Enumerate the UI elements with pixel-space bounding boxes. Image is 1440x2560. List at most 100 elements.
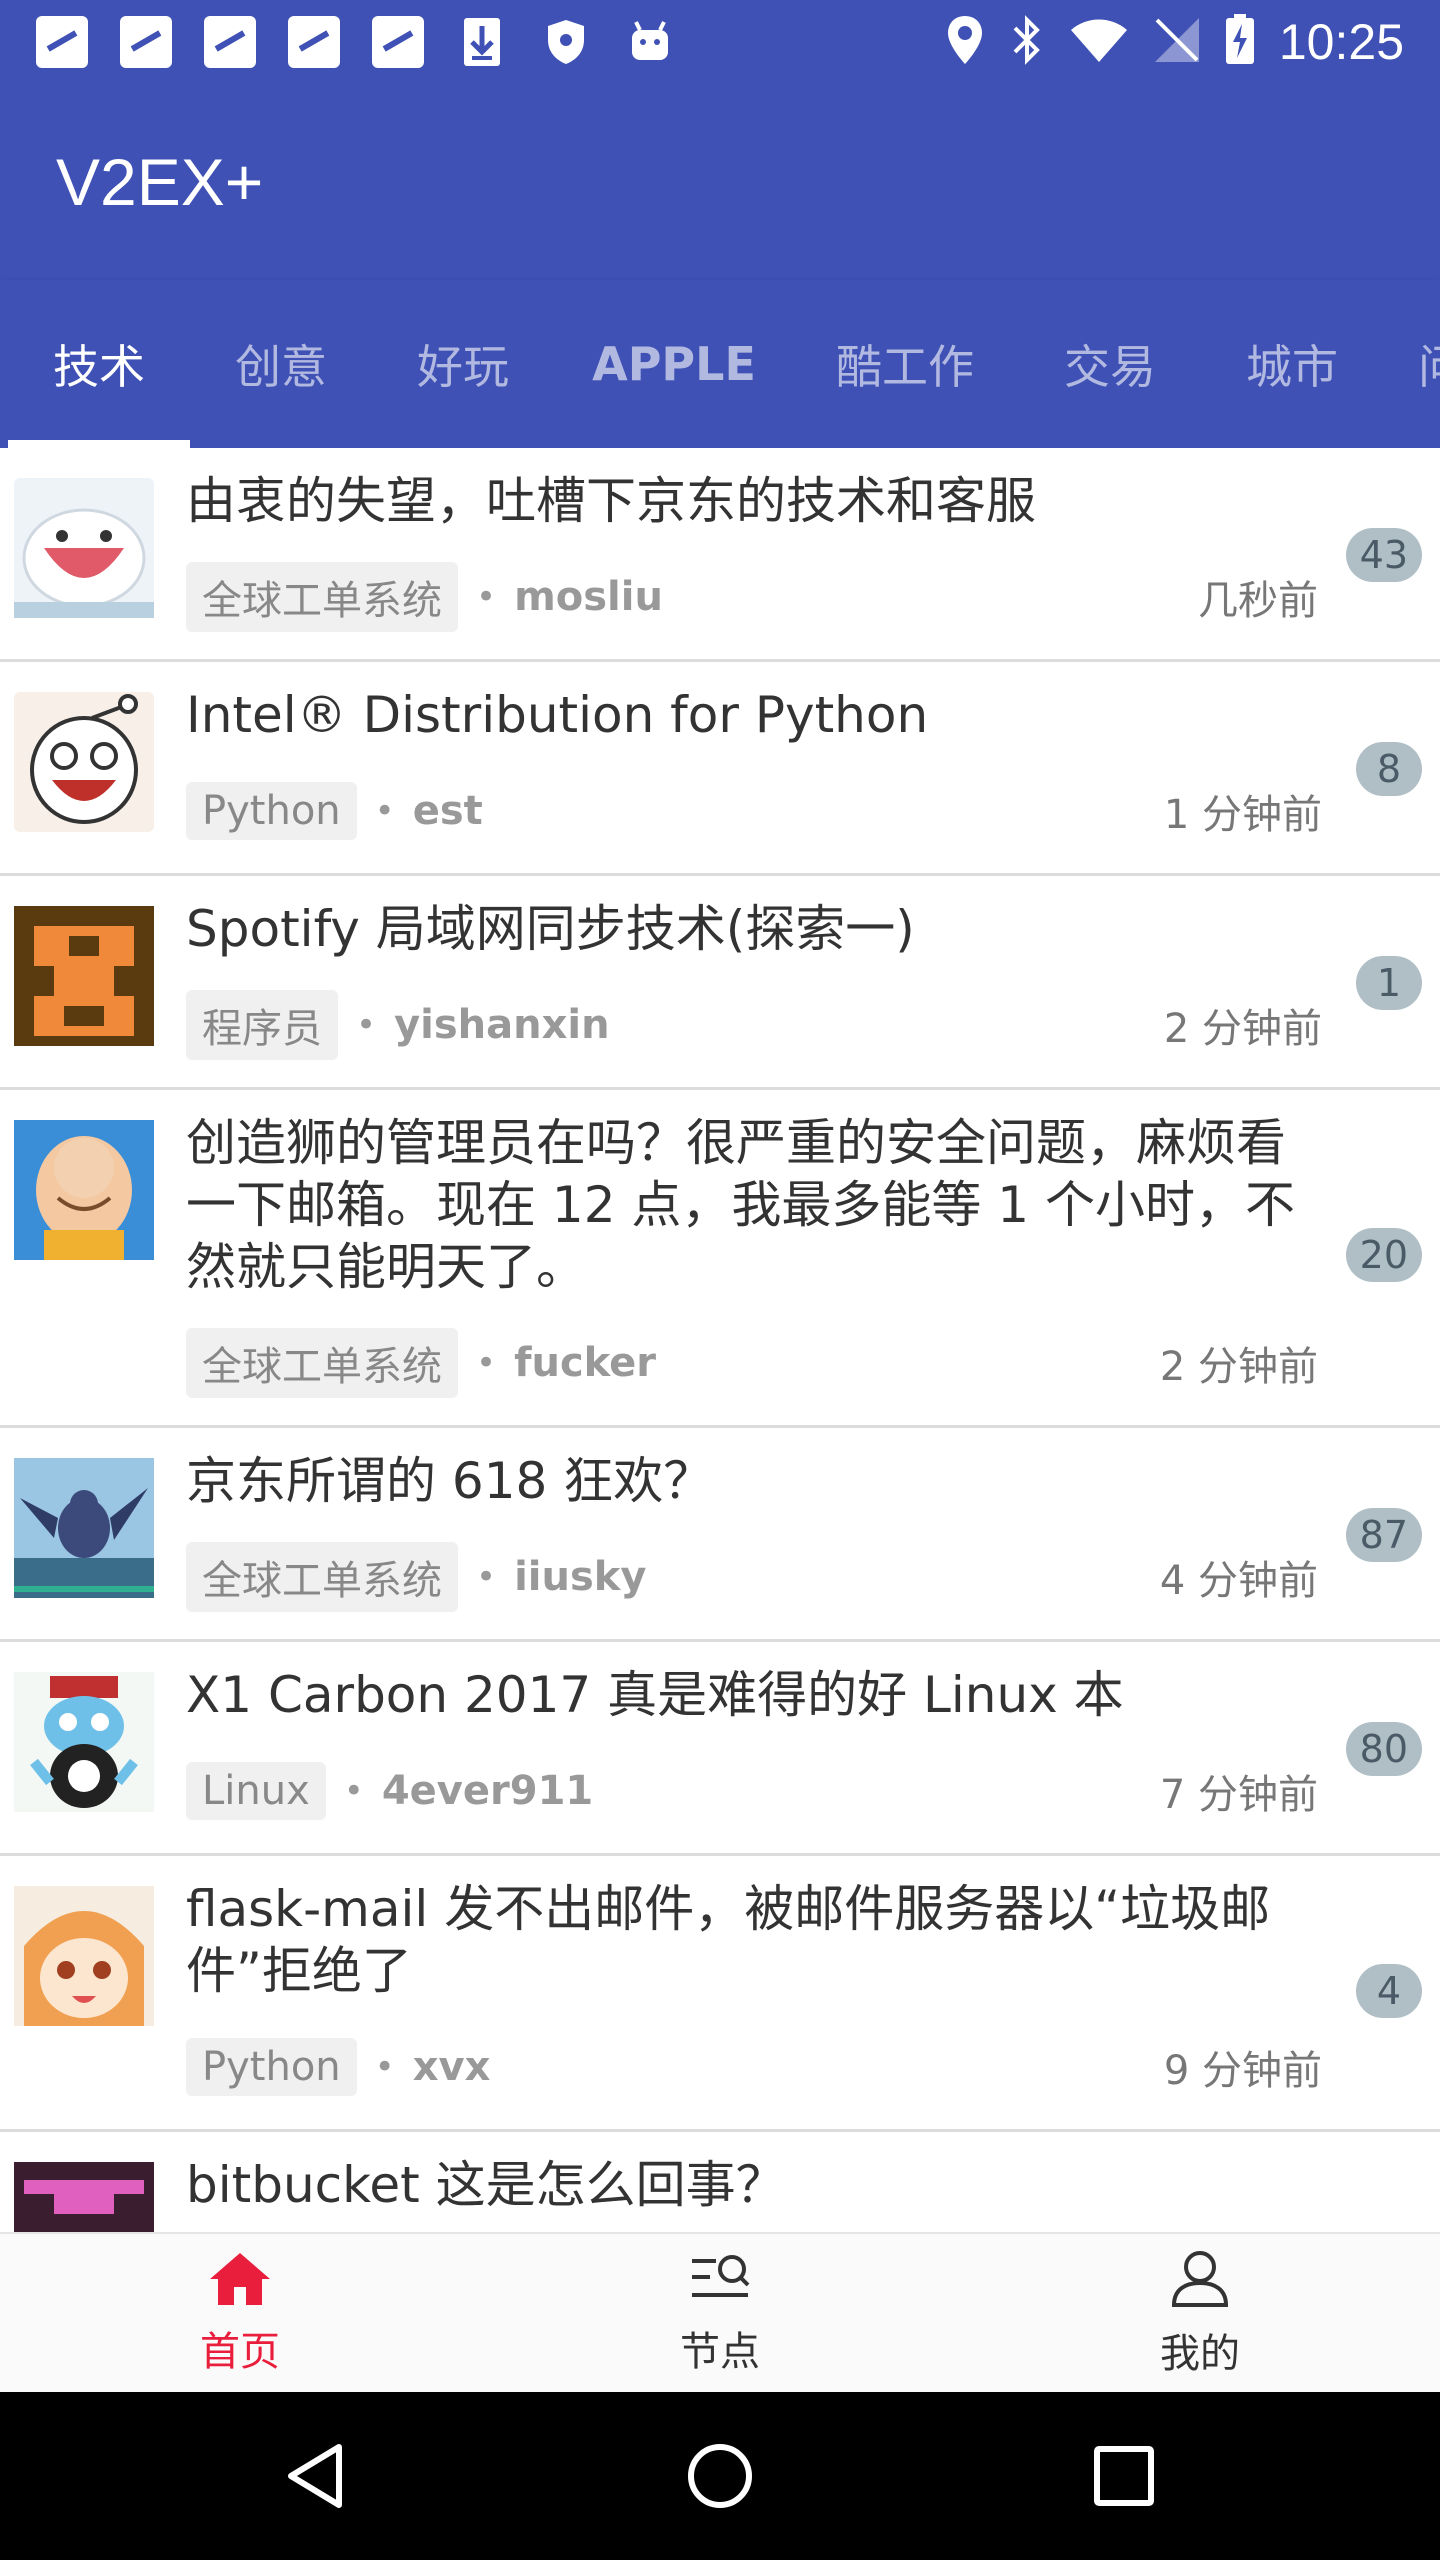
topic-row[interactable]: 创造狮的管理员在吗？很严重的安全问题，麻烦看一下邮箱。现在 12 点，我最多能等…	[0, 1090, 1440, 1428]
profile-icon	[1168, 2249, 1232, 2313]
node-tag[interactable]: Python	[186, 2038, 357, 2096]
topic-row[interactable]: Spotify 局域网同步技术(探索一) 程序员 • yishanxin 2 分…	[0, 876, 1440, 1090]
topic-title[interactable]: Spotify 局域网同步技术(探索一)	[186, 898, 1306, 960]
topic-time: 1 分钟前	[1163, 792, 1322, 838]
node-tag[interactable]: Linux	[186, 1762, 326, 1820]
notification-icon	[288, 16, 340, 68]
author-name[interactable]: est	[413, 788, 483, 834]
nav-profile-label: 我的	[1160, 2331, 1240, 2377]
notification-icons	[36, 16, 676, 68]
topic-meta: Python • est	[186, 782, 483, 840]
tab-creative[interactable]: 创意	[190, 280, 372, 448]
shield-icon	[540, 16, 592, 68]
reply-count-badge: 43	[1345, 528, 1422, 582]
separator-dot: •	[356, 1005, 377, 1045]
home-icon	[208, 2251, 272, 2311]
no-sim-icon	[1153, 16, 1201, 68]
topic-title[interactable]: 由衷的失望，吐槽下京东的技术和客服	[186, 470, 1306, 532]
tab-jobs[interactable]: 酷工作	[800, 280, 1010, 448]
topic-title[interactable]: flask-mail 发不出邮件，被邮件服务器以“垃圾邮件”拒绝了	[186, 1878, 1306, 2002]
topic-title[interactable]: 京东所谓的 618 狂欢？	[186, 1450, 1306, 1512]
topic-row[interactable]: bitbucket 这是怎么回事？	[0, 2132, 1440, 2232]
author-name[interactable]: xvx	[413, 2044, 491, 2090]
app-bar: V2EX+	[0, 84, 1440, 280]
reply-count-badge: 20	[1345, 1228, 1422, 1282]
node-tag[interactable]: 全球工单系统	[186, 562, 458, 632]
nav-profile[interactable]: 我的	[960, 2234, 1440, 2394]
nav-home[interactable]: 首页	[0, 2234, 480, 2394]
avatar[interactable]	[14, 1886, 154, 2026]
separator-dot: •	[343, 1771, 364, 1811]
topic-title[interactable]: X1 Carbon 2017 真是难得的好 Linux 本	[186, 1664, 1306, 1726]
tab-trade[interactable]: 交易	[1030, 280, 1190, 448]
topic-time: 几秒前	[1198, 578, 1318, 624]
nav-home-label: 首页	[200, 2329, 280, 2375]
nodes-icon	[688, 2251, 752, 2311]
avatar[interactable]	[14, 478, 154, 618]
node-tag[interactable]: 程序员	[186, 990, 338, 1060]
topic-row[interactable]: 京东所谓的 618 狂欢？ 全球工单系统 • iiusky 4 分钟前 87	[0, 1428, 1440, 1642]
bluetooth-icon	[1009, 14, 1045, 70]
author-name[interactable]: mosliu	[514, 574, 663, 620]
system-status-icons: 10:25	[945, 10, 1404, 74]
tab-city[interactable]: 城市	[1212, 280, 1372, 448]
download-icon	[456, 16, 508, 68]
back-icon[interactable]	[276, 2436, 356, 2516]
android-icon	[624, 16, 676, 68]
app-title: V2EX+	[56, 145, 264, 219]
home-circle-icon[interactable]	[680, 2436, 760, 2516]
author-name[interactable]: 4ever911	[382, 1768, 593, 1814]
topic-time: 7 分钟前	[1159, 1772, 1318, 1818]
notification-icon	[372, 16, 424, 68]
topic-row[interactable]: X1 Carbon 2017 真是难得的好 Linux 本 Linux • 4e…	[0, 1642, 1440, 1856]
separator-dot: •	[476, 1343, 497, 1383]
tab-more-partial[interactable]: 问	[1418, 280, 1440, 448]
reply-count-badge: 87	[1345, 1508, 1422, 1562]
tab-fun[interactable]: 好玩	[372, 280, 554, 448]
topic-title[interactable]: bitbucket 这是怎么回事？	[186, 2154, 1306, 2216]
topic-time: 9 分钟前	[1163, 2048, 1322, 2094]
avatar[interactable]	[14, 1672, 154, 1812]
node-tag[interactable]: 全球工单系统	[186, 1542, 458, 1612]
system-navigation-bar	[0, 2392, 1440, 2560]
nav-nodes[interactable]: 节点	[480, 2234, 960, 2394]
topic-meta: Python • xvx	[186, 2038, 490, 2096]
avatar[interactable]	[14, 2162, 154, 2232]
reply-count-badge: 4	[1356, 1964, 1422, 2018]
avatar[interactable]	[14, 1458, 154, 1598]
clock: 10:25	[1278, 14, 1404, 70]
topic-time: 2 分钟前	[1159, 1344, 1318, 1390]
node-tag[interactable]: Python	[186, 782, 357, 840]
separator-dot: •	[374, 2047, 395, 2087]
topic-row[interactable]: 由衷的失望，吐槽下京东的技术和客服 全球工单系统 • mosliu 几秒前 43	[0, 448, 1440, 662]
topic-row[interactable]: Intel® Distribution for Python Python • …	[0, 662, 1440, 876]
avatar[interactable]	[14, 692, 154, 832]
avatar[interactable]	[14, 1120, 154, 1260]
topic-list[interactable]: 由衷的失望，吐槽下京东的技术和客服 全球工单系统 • mosliu 几秒前 43…	[0, 448, 1440, 2232]
bottom-navigation: 首页 节点 我的	[0, 2232, 1440, 2392]
topic-title[interactable]: 创造狮的管理员在吗？很严重的安全问题，麻烦看一下邮箱。现在 12 点，我最多能等…	[186, 1112, 1306, 1298]
tab-bar: 技术 创意 好玩 APPLE 酷工作 交易 城市 问	[0, 280, 1440, 448]
node-tag[interactable]: 全球工单系统	[186, 1328, 458, 1398]
author-name[interactable]: fucker	[514, 1340, 656, 1386]
avatar[interactable]	[14, 906, 154, 1046]
topic-row[interactable]: flask-mail 发不出邮件，被邮件服务器以“垃圾邮件”拒绝了 Python…	[0, 1856, 1440, 2132]
location-icon	[945, 14, 985, 70]
topic-title[interactable]: Intel® Distribution for Python	[186, 684, 1306, 746]
tab-tech[interactable]: 技术	[8, 280, 190, 448]
separator-dot: •	[476, 577, 497, 617]
nav-nodes-label: 节点	[680, 2329, 760, 2375]
notification-icon	[120, 16, 172, 68]
separator-dot: •	[476, 1557, 497, 1597]
topic-meta: 全球工单系统 • mosliu	[186, 562, 663, 632]
author-name[interactable]: yishanxin	[394, 1002, 610, 1048]
separator-dot: •	[374, 791, 395, 831]
recents-icon[interactable]	[1084, 2436, 1164, 2516]
topic-meta: Linux • 4ever911	[186, 1762, 593, 1820]
topic-meta: 全球工单系统 • iiusky	[186, 1542, 646, 1612]
tab-apple[interactable]: APPLE	[574, 280, 774, 448]
reply-count-badge: 1	[1356, 956, 1422, 1010]
status-bar: 10:25	[0, 0, 1440, 84]
author-name[interactable]: iiusky	[514, 1554, 646, 1600]
tab-indicator	[8, 440, 190, 448]
